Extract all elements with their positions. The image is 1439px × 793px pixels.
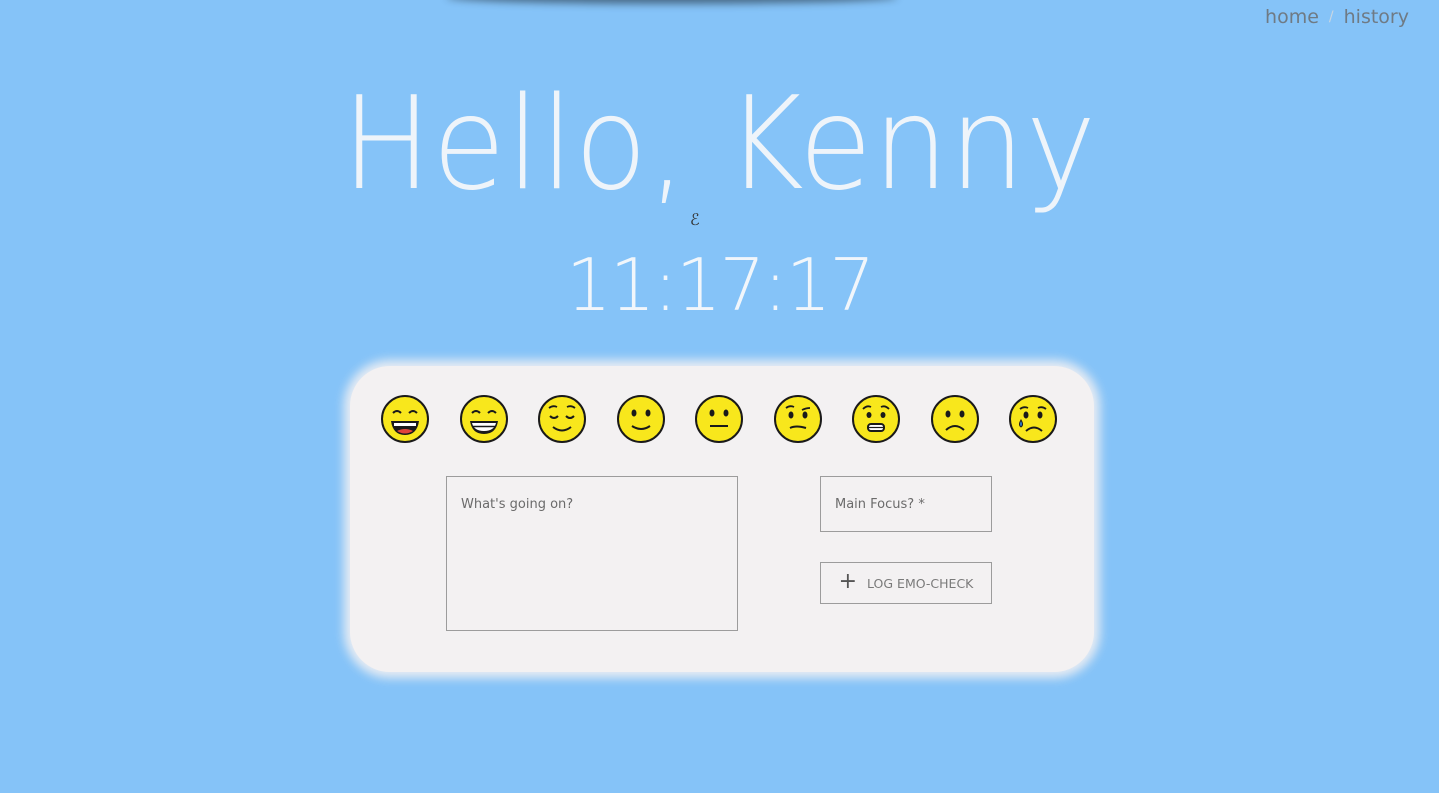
nav-history-link[interactable]: history: [1344, 6, 1409, 28]
frowning-face-icon[interactable]: [930, 394, 980, 444]
log-emo-check-label: LOG EMO-CHECK: [867, 575, 974, 591]
top-nav: home / history: [1265, 6, 1409, 28]
text-cursor-icon: ℰ: [690, 210, 700, 229]
main-focus-input[interactable]: [820, 476, 992, 532]
beaming-face-icon[interactable]: [459, 394, 509, 444]
emo-check-card: + LOG EMO-CHECK: [350, 366, 1094, 672]
nav-home-link[interactable]: home: [1265, 6, 1319, 28]
slightly-smiling-face-icon[interactable]: [616, 394, 666, 444]
relieved-face-icon[interactable]: [537, 394, 587, 444]
sad-tear-face-icon[interactable]: [1008, 394, 1058, 444]
greeting-heading: Hello, Kenny: [341, 70, 1098, 219]
raised-eyebrow-face-icon[interactable]: [773, 394, 823, 444]
clock: 11:17:17: [565, 243, 875, 327]
neutral-face-icon[interactable]: [694, 394, 744, 444]
mood-selector: [380, 394, 1058, 444]
grimacing-face-icon[interactable]: [851, 394, 901, 444]
log-emo-check-button[interactable]: + LOG EMO-CHECK: [820, 562, 992, 604]
nav-separator: /: [1328, 9, 1334, 25]
note-textarea[interactable]: [446, 476, 738, 631]
plus-icon: +: [838, 568, 858, 594]
grinning-face-icon[interactable]: [380, 394, 430, 444]
